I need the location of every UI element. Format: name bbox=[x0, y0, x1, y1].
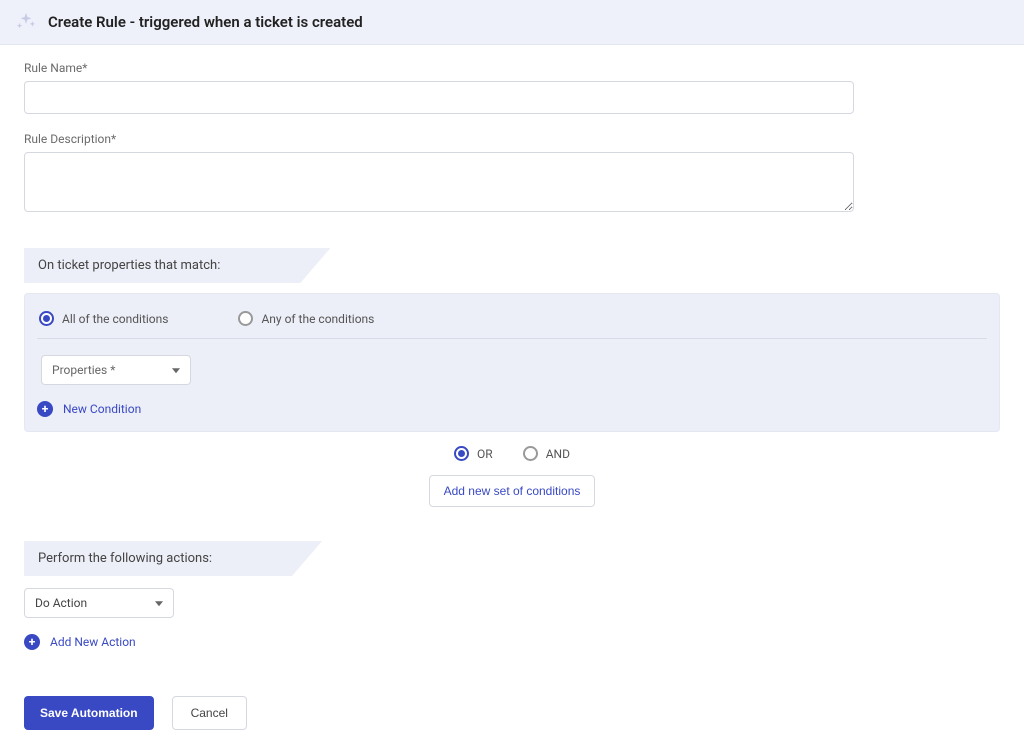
rule-name-label: Rule Name* bbox=[24, 61, 1000, 75]
rule-name-input[interactable] bbox=[24, 81, 854, 114]
radio-icon bbox=[238, 311, 253, 326]
combine-or-label: OR bbox=[477, 447, 493, 461]
match-all-radio[interactable]: All of the conditions bbox=[39, 311, 168, 326]
combine-and-radio[interactable]: AND bbox=[523, 446, 570, 461]
match-any-label: Any of the conditions bbox=[261, 312, 374, 326]
add-new-action-label: Add New Action bbox=[50, 635, 136, 649]
save-automation-button[interactable]: Save Automation bbox=[24, 696, 154, 730]
match-any-radio[interactable]: Any of the conditions bbox=[238, 311, 374, 326]
properties-dropdown[interactable]: Properties * bbox=[41, 355, 191, 385]
conditions-section-title: On ticket properties that match: bbox=[24, 248, 330, 283]
match-mode-row: All of the conditions Any of the conditi… bbox=[37, 308, 987, 339]
page-content: Rule Name* Rule Description* On ticket p… bbox=[0, 45, 1024, 746]
combine-mode-row: OR AND bbox=[24, 446, 1000, 461]
plus-circle-icon: + bbox=[24, 634, 40, 650]
chevron-down-icon bbox=[155, 601, 163, 606]
do-action-label: Do Action bbox=[35, 596, 87, 610]
actions-section-title: Perform the following actions: bbox=[24, 541, 322, 576]
new-condition-button[interactable]: + New Condition bbox=[37, 401, 987, 417]
add-conditions-row: Add new set of conditions bbox=[24, 475, 1000, 507]
conditions-panel: All of the conditions Any of the conditi… bbox=[24, 293, 1000, 432]
combine-or-radio[interactable]: OR bbox=[454, 446, 493, 461]
properties-dropdown-label: Properties * bbox=[52, 363, 115, 377]
add-condition-set-button[interactable]: Add new set of conditions bbox=[429, 475, 596, 507]
page-header: Create Rule - triggered when a ticket is… bbox=[0, 0, 1024, 45]
cancel-button[interactable]: Cancel bbox=[172, 696, 247, 730]
match-all-label: All of the conditions bbox=[62, 312, 168, 326]
rule-description-textarea[interactable] bbox=[24, 152, 854, 212]
radio-icon bbox=[39, 311, 54, 326]
radio-icon bbox=[454, 446, 469, 461]
combine-and-label: AND bbox=[546, 447, 570, 461]
sparkle-icon bbox=[14, 10, 38, 34]
plus-circle-icon: + bbox=[37, 401, 53, 417]
rule-description-label: Rule Description* bbox=[24, 132, 1000, 146]
chevron-down-icon bbox=[172, 368, 180, 373]
footer-buttons: Save Automation Cancel bbox=[24, 696, 1000, 730]
radio-icon bbox=[523, 446, 538, 461]
add-new-action-button[interactable]: + Add New Action bbox=[24, 634, 1000, 650]
do-action-dropdown[interactable]: Do Action bbox=[24, 588, 174, 618]
page-title: Create Rule - triggered when a ticket is… bbox=[48, 13, 363, 31]
new-condition-label: New Condition bbox=[63, 402, 141, 416]
